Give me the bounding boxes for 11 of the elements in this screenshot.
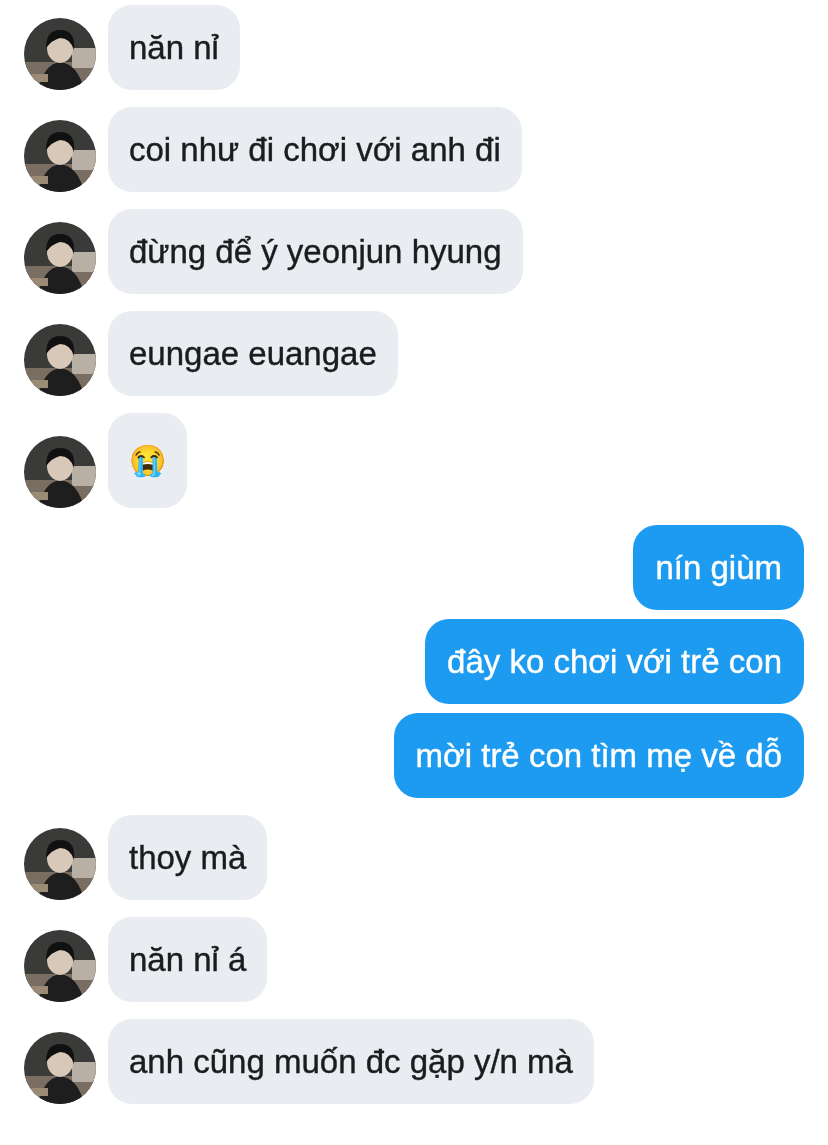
message-bubble: 😭: [108, 413, 187, 508]
message-bubble: anh cũng muốn đc gặp y/n mà: [108, 1019, 594, 1104]
message-bubble: đừng để ý yeonjun hyung: [108, 209, 523, 294]
message-bubble: năn nỉ: [108, 5, 240, 90]
message-bubble: eungae euangae: [108, 311, 398, 396]
message-bubble: coi như đi chơi với anh đi: [108, 107, 522, 192]
message-bubble: đây ko chơi với trẻ con: [425, 619, 804, 704]
message-bubble: năn nỉ á: [108, 917, 268, 1002]
message-bubble: thoy mà: [108, 815, 268, 900]
message-bubble: nín giùm: [633, 525, 804, 610]
message-bubble: mời trẻ con tìm mẹ về dỗ: [393, 713, 804, 798]
